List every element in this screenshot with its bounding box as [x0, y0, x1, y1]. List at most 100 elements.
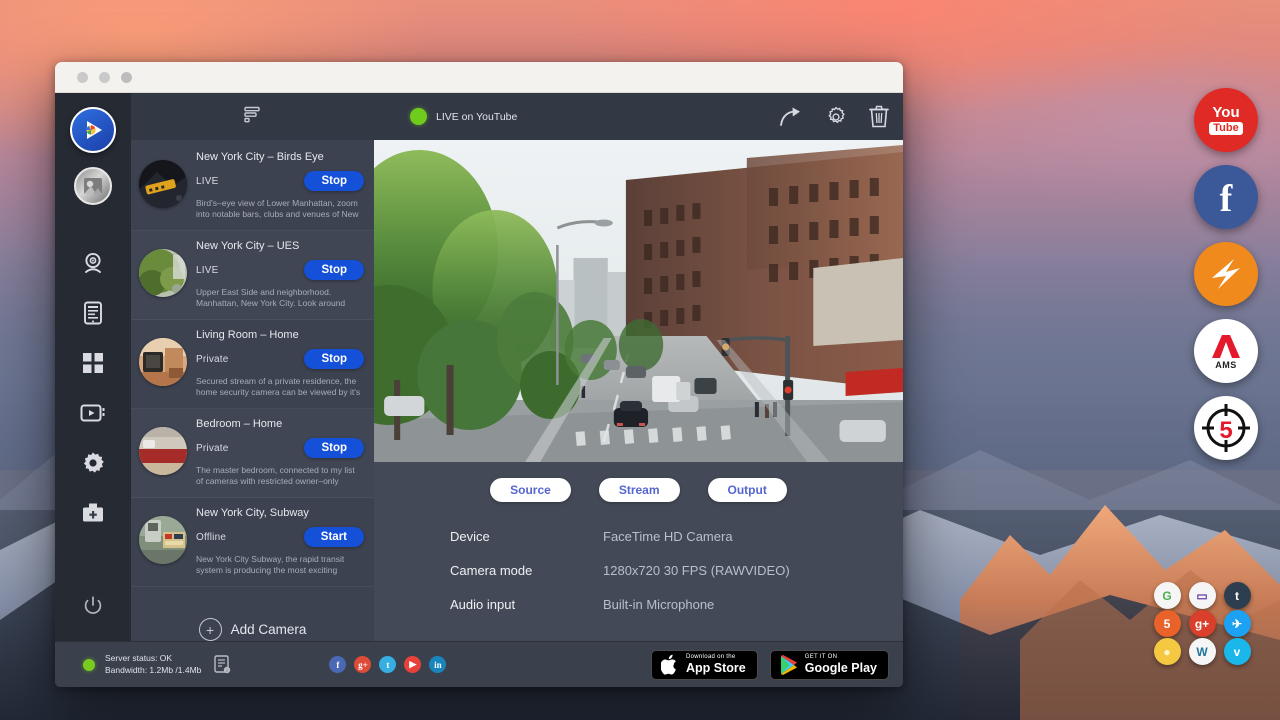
sidebar-item-webcam[interactable]: [73, 243, 113, 283]
ams-label: AMS: [1215, 360, 1237, 370]
dock-icon-facebook[interactable]: f: [1194, 165, 1258, 229]
camera-item-body: Bedroom – HomePrivateStopThe master bedr…: [196, 417, 364, 487]
info-key: Audio input: [450, 597, 603, 612]
bandwidth-text: Bandwidth: 1.2Mb /1.4Mb: [105, 665, 201, 677]
camera-thumbnail: [139, 516, 187, 564]
sort-lines-icon: [244, 106, 262, 123]
delete-button[interactable]: [869, 105, 889, 128]
camera-list-item[interactable]: New York City, SubwayOfflineStartNew Yor…: [131, 498, 374, 587]
document-icon: i: [214, 655, 231, 674]
user-avatar[interactable]: [74, 167, 112, 205]
info-row: Camera mode1280x720 30 FPS (RAWVIDEO): [450, 563, 903, 578]
grid-apps-icon: [82, 352, 104, 374]
desktop-mini-icon-twitch[interactable]: ▭: [1189, 582, 1216, 609]
dock-icon-adobe-ams[interactable]: AMS: [1194, 319, 1258, 383]
camera-action-button[interactable]: Start: [304, 527, 364, 547]
dock-icon-youtube[interactable]: You Tube: [1194, 88, 1258, 152]
power-icon: [83, 596, 103, 616]
live-status-label: LIVE on YouTube: [436, 111, 517, 123]
desktop-mini-icon-twitter[interactable]: ✈: [1224, 610, 1251, 637]
report-doc-icon[interactable]: i: [214, 655, 231, 674]
tab-source[interactable]: Source: [490, 478, 571, 502]
power-button[interactable]: [76, 589, 110, 623]
camera-list-item[interactable]: Living Room – HomePrivateStopSecured str…: [131, 320, 374, 409]
youtube-tube-text: Tube: [1209, 122, 1242, 135]
window-maximize-button[interactable]: [121, 72, 132, 83]
desktop-mini-icon-google-plus[interactable]: g+: [1189, 610, 1216, 637]
app-logo-icon[interactable]: [70, 107, 116, 153]
mobile-device-icon: [82, 301, 104, 325]
play-triangle-icon: [80, 117, 106, 143]
desktop-mini-icon-five[interactable]: 5: [1154, 610, 1181, 637]
camera-item-body: New York City – UESLIVEStopUpper East Si…: [196, 239, 364, 309]
camera-list-item[interactable]: Bedroom – HomePrivateStopThe master bedr…: [131, 409, 374, 498]
share-button[interactable]: [779, 106, 803, 127]
dock-icon-wowza[interactable]: [1194, 242, 1258, 306]
info-value[interactable]: 1280x720 30 FPS (RAWVIDEO): [603, 563, 790, 578]
camera-action-button[interactable]: Stop: [304, 438, 364, 458]
camera-status-row: PrivateStop: [196, 349, 364, 369]
camera-action-button[interactable]: Stop: [304, 349, 364, 369]
desktop-mini-icon-gumroad[interactable]: G: [1154, 582, 1181, 609]
sidebar-item-settings[interactable]: [73, 443, 113, 483]
svg-text:5: 5: [1219, 417, 1232, 444]
video-preview[interactable]: [374, 140, 903, 462]
tab-stream[interactable]: Stream: [599, 478, 680, 502]
desktop-mini-icon-vimeo[interactable]: v: [1224, 638, 1251, 665]
camera-thumbnail: [139, 427, 187, 475]
desktop-mini-icons: G ▭ t 5 g+ ✈ ● Wv: [1150, 582, 1254, 665]
add-camera-button[interactable]: + Add Camera: [131, 596, 374, 641]
adobe-a-icon: [1211, 333, 1241, 359]
store-badge-title: App Store: [686, 662, 746, 675]
social-icon-youtube[interactable]: ▶: [404, 656, 421, 673]
desktop-mini-icon-tumblr[interactable]: t: [1224, 582, 1251, 609]
camera-list-header: [131, 93, 374, 140]
camera-state: LIVE: [196, 176, 218, 187]
crosshair-five-icon: 5: [1200, 402, 1252, 454]
info-value[interactable]: FaceTime HD Camera: [603, 529, 733, 544]
store-badge-text: GET IT ONGoogle Play: [805, 654, 877, 675]
camera-title: New York City – Birds Eye: [196, 150, 364, 164]
camera-description: Upper East Side and neighborhood. Manhat…: [196, 287, 364, 309]
window-close-button[interactable]: [77, 72, 88, 83]
store-badge-app-store[interactable]: Download on theApp Store: [651, 650, 758, 680]
camera-list-item[interactable]: New York City – UESLIVEStopUpper East Si…: [131, 231, 374, 320]
camera-list-item[interactable]: New York City – Birds Eye LIVE Stop Bird's–…: [131, 142, 374, 231]
sidebar-item-broadcast[interactable]: [73, 393, 113, 433]
info-value[interactable]: Built-in Microphone: [603, 597, 714, 612]
main-header: LIVE on YouTube: [374, 93, 903, 140]
camera-state: Private: [196, 443, 229, 454]
info-key: Camera mode: [450, 563, 603, 578]
camera-action-button[interactable]: Stop: [304, 260, 364, 280]
info-key: Device: [450, 529, 603, 544]
social-icon-facebook[interactable]: f: [329, 656, 346, 673]
live-status: LIVE on YouTube: [410, 108, 517, 125]
tab-output[interactable]: Output: [708, 478, 787, 502]
camera-item-body: New York City, SubwayOfflineStartNew Yor…: [196, 506, 364, 576]
sidebar-item-tools[interactable]: [73, 493, 113, 533]
window-minimize-button[interactable]: [99, 72, 110, 83]
settings-button[interactable]: [825, 106, 847, 128]
desktop-mini-icon-sunrise[interactable]: ●: [1154, 638, 1181, 665]
camera-description: Bird's–eye view of Lower Manhattan, zoom…: [196, 198, 364, 220]
status-bar: Server status: OK Bandwidth: 1.2Mb /1.4M…: [55, 641, 903, 687]
apple-icon: [661, 654, 679, 675]
social-icon-google-plus[interactable]: g+: [354, 656, 371, 673]
sidebar-item-devices[interactable]: [73, 293, 113, 333]
add-camera-label: Add Camera: [231, 622, 307, 637]
dock-icon-countdown-five[interactable]: 5: [1194, 396, 1258, 460]
info-row: Audio inputBuilt-in Microphone: [450, 597, 903, 612]
sort-filter-icon[interactable]: [244, 106, 262, 128]
main-header-actions: [779, 105, 889, 128]
webcam-icon: [81, 251, 105, 275]
gear-icon: [81, 451, 105, 475]
camera-item-body: Living Room – HomePrivateStopSecured str…: [196, 328, 364, 398]
social-icon-twitter[interactable]: t: [379, 656, 396, 673]
sidebar-item-apps[interactable]: [73, 343, 113, 383]
camera-action-button[interactable]: Stop: [304, 171, 364, 191]
desktop-mini-icon-wordpress[interactable]: W: [1189, 638, 1216, 665]
camera-thumbnail: [139, 338, 187, 386]
store-badge-google-play[interactable]: GET IT ONGoogle Play: [770, 650, 889, 680]
social-icon-linkedin[interactable]: in: [429, 656, 446, 673]
svg-text:i: i: [227, 668, 228, 673]
